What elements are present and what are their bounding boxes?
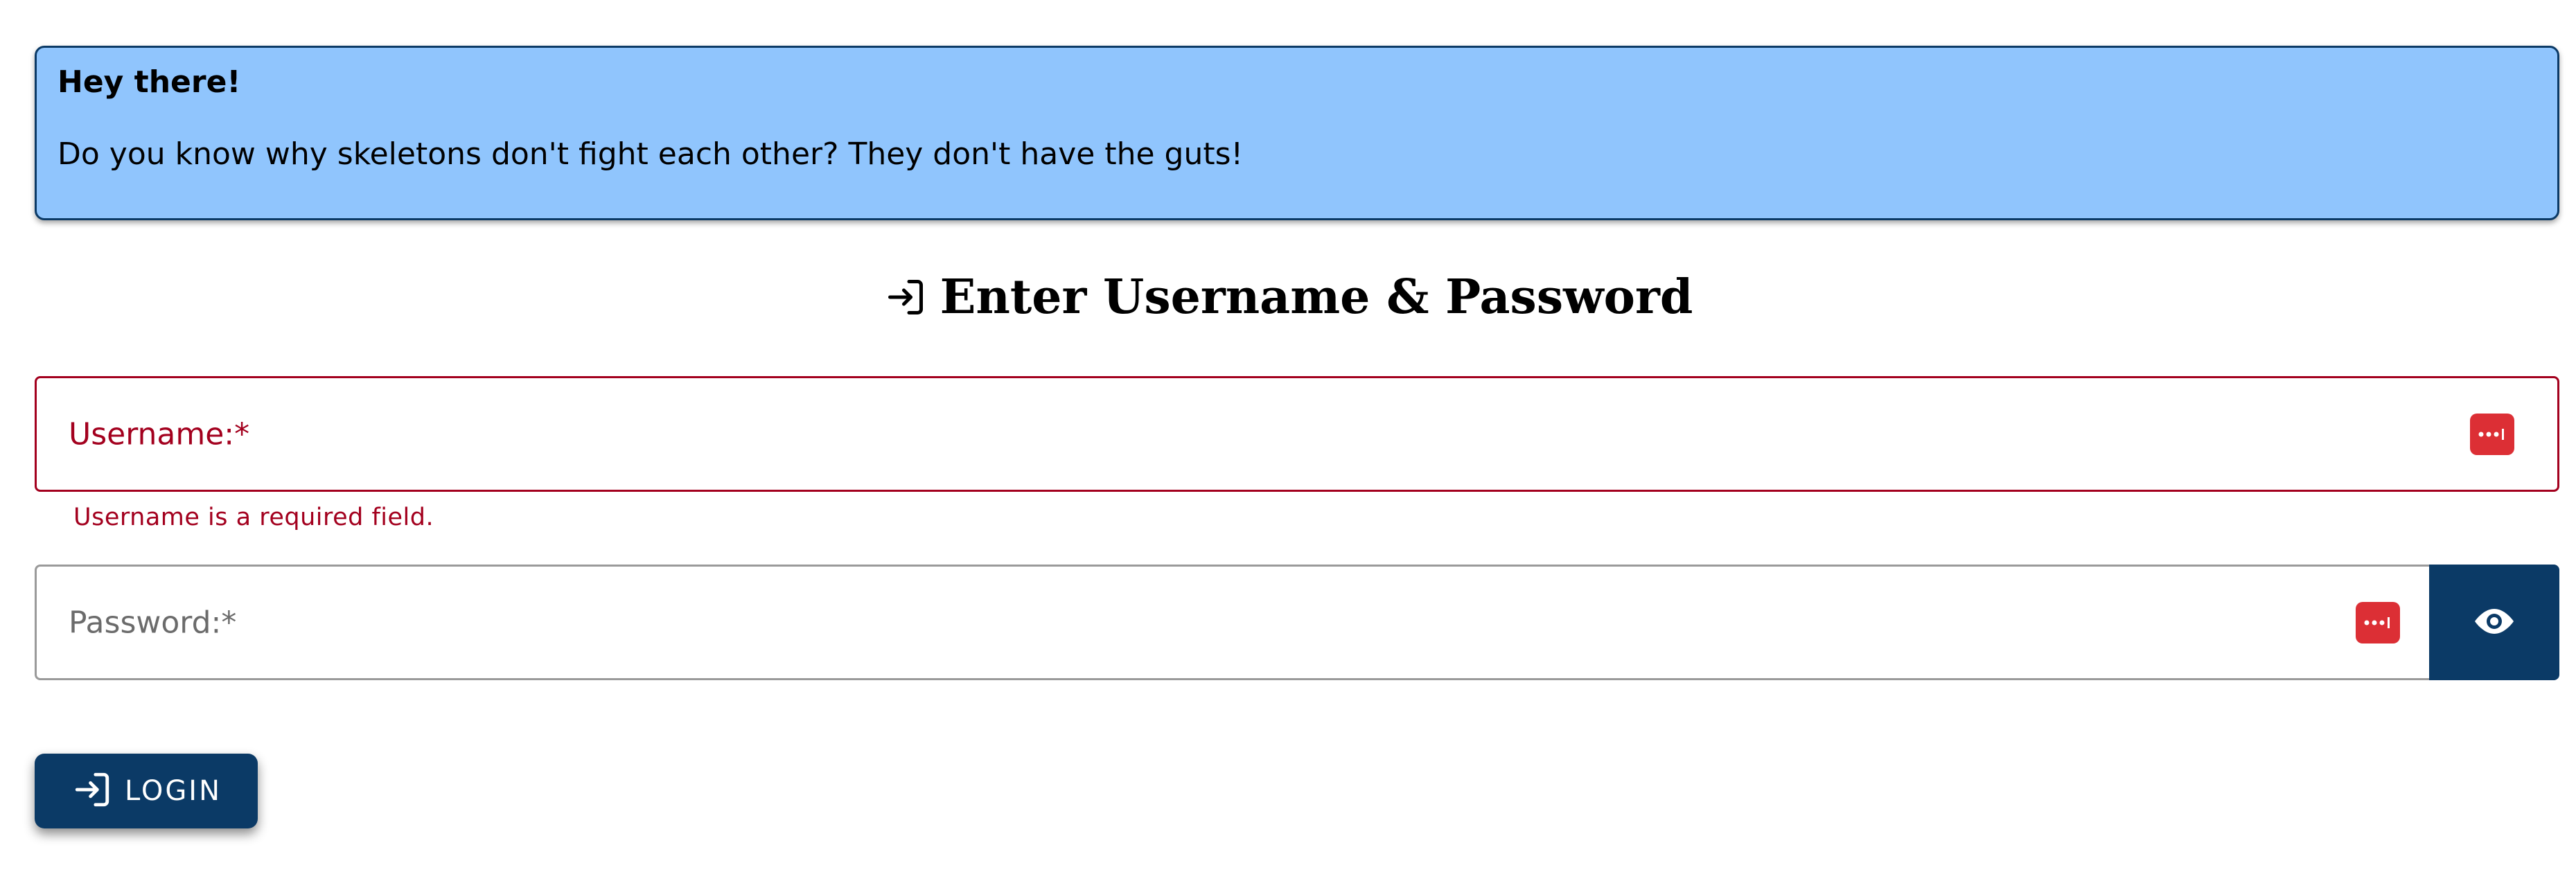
- login-button-label: LOGIN: [124, 775, 222, 807]
- password-manager-icon[interactable]: [2356, 601, 2400, 643]
- login-icon: [883, 276, 928, 318]
- page-title: Enter Username & Password: [939, 269, 1693, 325]
- login-page: Hey there! Do you know why skeletons don…: [0, 0, 2576, 870]
- alert-title: Hey there!: [58, 64, 241, 100]
- password-field[interactable]: Password:*: [35, 565, 2429, 680]
- password-label: Password:*: [69, 605, 237, 640]
- password-manager-icon[interactable]: [2470, 413, 2514, 455]
- username-label: Username:*: [69, 416, 250, 452]
- username-field[interactable]: Username:*: [35, 376, 2559, 492]
- info-alert: Hey there! Do you know why skeletons don…: [35, 46, 2559, 220]
- login-icon: [71, 770, 114, 813]
- page-heading: Enter Username & Password: [0, 274, 2576, 321]
- login-button[interactable]: LOGIN: [35, 754, 258, 828]
- username-error: Username is a required field.: [73, 504, 434, 531]
- show-password-button[interactable]: [2429, 565, 2559, 680]
- alert-message: Do you know why skeletons don't fight ea…: [58, 136, 1244, 172]
- eye-icon: [2469, 605, 2519, 641]
